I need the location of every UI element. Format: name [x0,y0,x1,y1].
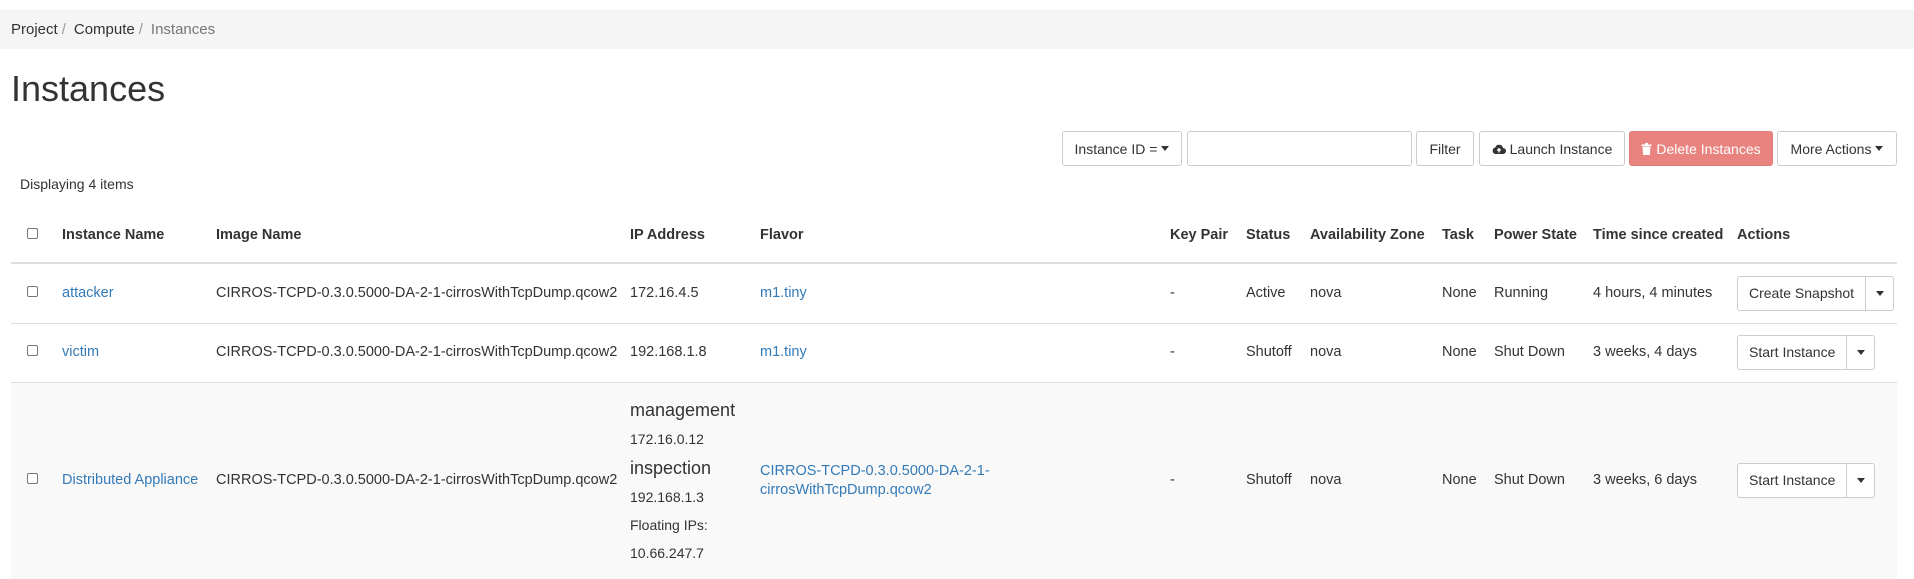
start-instance-button[interactable]: Start Instance [1737,335,1848,370]
search-input[interactable] [1187,131,1412,166]
time-since-created: 3 weeks, 4 days [1587,322,1731,382]
create-snapshot-button[interactable]: Create Snapshot [1737,275,1867,311]
power-state: Running [1488,262,1587,323]
column-header-power-state[interactable]: Power State [1488,209,1587,264]
cloud-upload-icon [1492,144,1506,154]
column-header-flavor[interactable]: Flavor [754,209,1164,264]
ip-address: 172.16.0.12 [630,430,704,447]
column-header-ip-address[interactable]: IP Address [624,209,754,264]
instances-table: Instance Name Image Name IP Address Flav… [11,209,1897,579]
caret-down-icon [1161,146,1170,151]
column-header-image-name[interactable]: Image Name [210,209,624,264]
floating-ips-label: Floating IPs: [630,516,708,533]
filter-button-label: Filter [1429,140,1461,157]
caret-down-icon [1875,290,1884,296]
row-actions-dropdown-toggle[interactable] [1847,463,1876,499]
row-actions-dropdown-toggle[interactable] [1866,275,1895,311]
availability-zone: nova [1304,322,1436,382]
image-name: CIRROS-TCPD-0.3.0.5000-DA-2-1-cirrosWith… [210,381,624,579]
item-count: Displaying 4 items [20,176,134,192]
ip-address-cell: management 172.16.0.12 inspection 192.16… [624,381,754,579]
delete-instances-label: Delete Instances [1656,140,1761,157]
breadcrumb-compute[interactable]: Compute [74,21,135,38]
filter-field-label: Instance ID = [1074,140,1158,157]
breadcrumb-separator: / [138,21,143,38]
launch-instance-button[interactable]: Launch Instance [1479,131,1625,166]
key-pair: - [1164,262,1240,323]
breadcrumb-separator: / [61,21,66,38]
table-row: victim CIRROS-TCPD-0.3.0.5000-DA-2-1-cir… [11,322,1897,382]
row-actions-dropdown-toggle[interactable] [1847,335,1876,370]
row-checkbox[interactable] [27,473,38,485]
flavor-link[interactable]: CIRROS-TCPD-0.3.0.5000-DA-2-1-cirrosWith… [760,463,990,498]
floating-ip: 10.66.247.7 [630,544,704,561]
page-title: Instances [11,68,166,109]
image-name: CIRROS-TCPD-0.3.0.5000-DA-2-1-cirrosWith… [210,322,624,382]
caret-down-icon [1856,478,1865,484]
breadcrumb: Project / Compute / Instances [0,10,1914,49]
instance-name-link[interactable]: victim [62,344,99,360]
task: None [1436,322,1488,382]
power-state: Shut Down [1488,322,1587,382]
column-header-actions: Actions [1731,209,1897,264]
task: None [1436,381,1488,579]
column-header-time-since-created[interactable]: Time since created [1587,209,1731,264]
ip-address: 172.16.4.5 [624,262,754,323]
more-actions-label: More Actions [1790,140,1872,157]
availability-zone: nova [1304,262,1436,323]
table-header-row: Instance Name Image Name IP Address Flav… [11,209,1897,264]
column-header-status[interactable]: Status [1240,209,1304,264]
ip-address: 192.168.1.8 [624,322,754,382]
flavor-link[interactable]: m1.tiny [760,344,807,360]
image-name: CIRROS-TCPD-0.3.0.5000-DA-2-1-cirrosWith… [210,262,624,323]
start-instance-button[interactable]: Start Instance [1737,463,1848,499]
column-header-availability-zone[interactable]: Availability Zone [1304,209,1436,264]
column-header-task[interactable]: Task [1436,209,1488,264]
trash-icon [1641,142,1652,155]
row-checkbox[interactable] [27,285,38,297]
row-action-group: Start Instance [1737,463,1876,499]
launch-instance-label: Launch Instance [1509,140,1613,157]
power-state: Shut Down [1488,381,1587,579]
row-action-group: Create Snapshot [1737,275,1895,311]
breadcrumb-current: Instances [150,21,216,38]
time-since-created: 3 weeks, 6 days [1587,381,1731,579]
filter-field-dropdown[interactable]: Instance ID = [1062,131,1182,166]
instance-name-link[interactable]: attacker [62,285,114,301]
key-pair: - [1164,381,1240,579]
more-actions-button[interactable]: More Actions [1777,131,1897,166]
table-row: attacker CIRROS-TCPD-0.3.0.5000-DA-2-1-c… [11,262,1897,323]
instance-name-link[interactable]: Distributed Appliance [62,472,198,488]
key-pair: - [1164,322,1240,382]
caret-down-icon [1875,146,1884,151]
column-header-instance-name[interactable]: Instance Name [56,209,210,264]
row-checkbox[interactable] [27,345,38,356]
column-header-key-pair[interactable]: Key Pair [1164,209,1240,264]
select-all-checkbox[interactable] [27,228,38,239]
time-since-created: 4 hours, 4 minutes [1587,262,1731,323]
breadcrumb-project[interactable]: Project [11,21,58,38]
status: Shutoff [1240,322,1304,382]
row-action-group: Start Instance [1737,335,1876,370]
status: Shutoff [1240,381,1304,579]
ip-address: 192.168.1.3 [630,488,704,505]
availability-zone: nova [1304,381,1436,579]
status: Active [1240,262,1304,323]
network-name: inspection [630,457,712,478]
flavor-link[interactable]: m1.tiny [760,285,807,301]
table-row: Distributed Appliance CIRROS-TCPD-0.3.0.… [11,381,1897,579]
filter-button[interactable]: Filter [1416,131,1474,166]
network-name: management [630,399,736,420]
caret-down-icon [1856,350,1865,355]
task: None [1436,262,1488,323]
delete-instances-button[interactable]: Delete Instances [1629,131,1773,166]
